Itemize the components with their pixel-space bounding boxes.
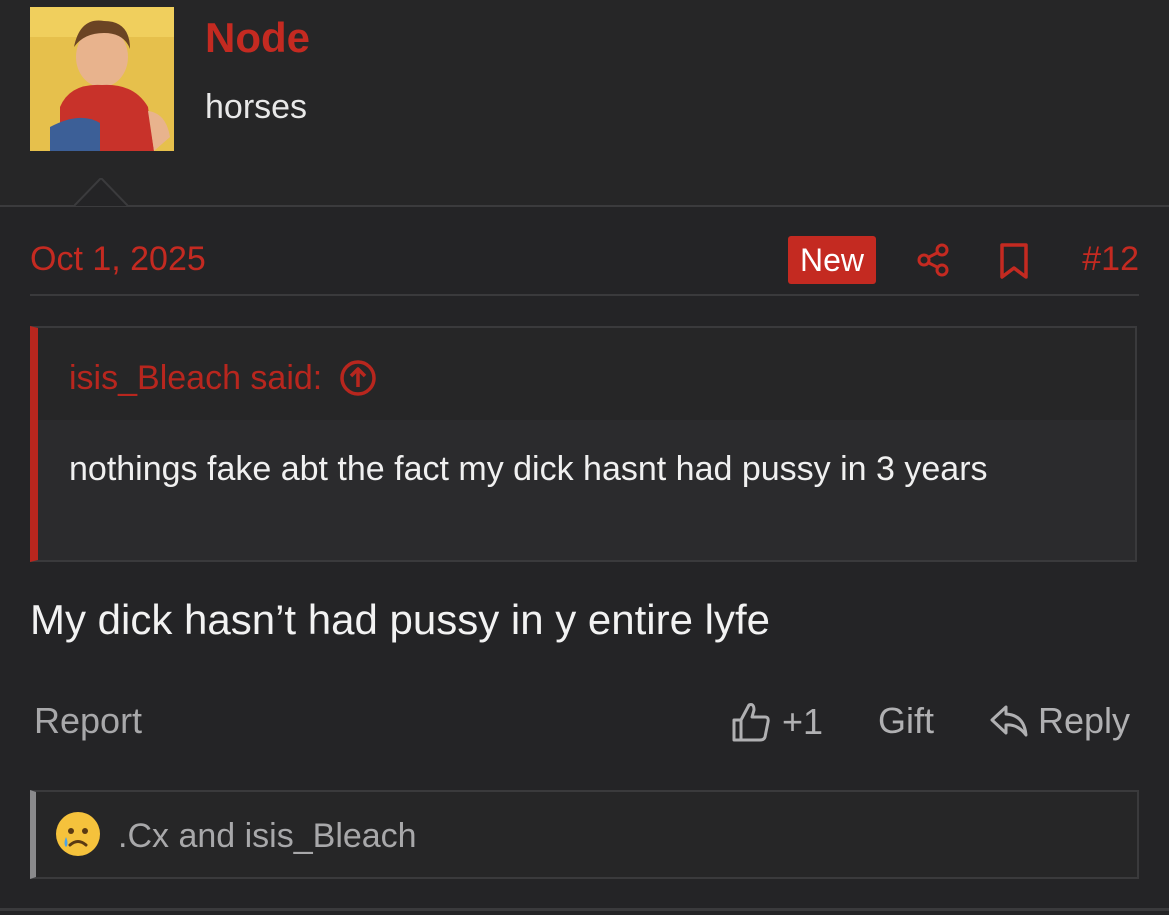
reply-button[interactable]: Reply [988,700,1130,742]
post-actions: Report +1 Gift Reply [30,700,1139,750]
sad-face-icon [56,812,100,856]
like-button[interactable]: +1 [730,700,823,744]
gift-button[interactable]: Gift [878,700,934,742]
like-count: +1 [782,701,824,742]
quote-text: nothings fake abt the fact my dick hasnt… [69,450,988,488]
report-button[interactable]: Report [34,700,142,742]
bookmark-icon[interactable] [998,242,1030,280]
new-badge: New [788,236,876,284]
quote-header: isis_Bleach said: [38,328,1135,420]
reply-icon [990,705,1028,737]
quote-body: nothings fake abt the fact my dick hasnt… [38,420,1135,560]
user-header: Node horses [0,0,1169,207]
quote-block: isis_Bleach said: nothings fake abt the … [30,326,1137,562]
quote-attribution[interactable]: isis_Bleach said: [69,358,378,398]
share-icon[interactable] [915,242,951,278]
reply-label: Reply [1038,700,1131,741]
quote-attribution-label[interactable]: isis_Bleach said: [69,359,322,398]
post-body: My dick hasn’t had pussy in y entire lyf… [30,596,771,643]
reaction-users[interactable]: .Cx and isis_Bleach [118,817,417,856]
user-title: horses [205,88,308,126]
thumbs-up-icon [732,703,770,742]
post-number[interactable]: #12 [1082,240,1139,279]
username[interactable]: Node [205,14,310,62]
message-pointer [74,178,128,206]
post-meta: Oct 1, 2025 New #12 [30,232,1139,296]
divider [0,908,1169,911]
arrow-up-icon[interactable] [338,358,378,398]
post-date[interactable]: Oct 1, 2025 [30,240,206,279]
reactions-bar[interactable]: .Cx and isis_Bleach [30,790,1139,879]
avatar[interactable] [30,7,174,151]
